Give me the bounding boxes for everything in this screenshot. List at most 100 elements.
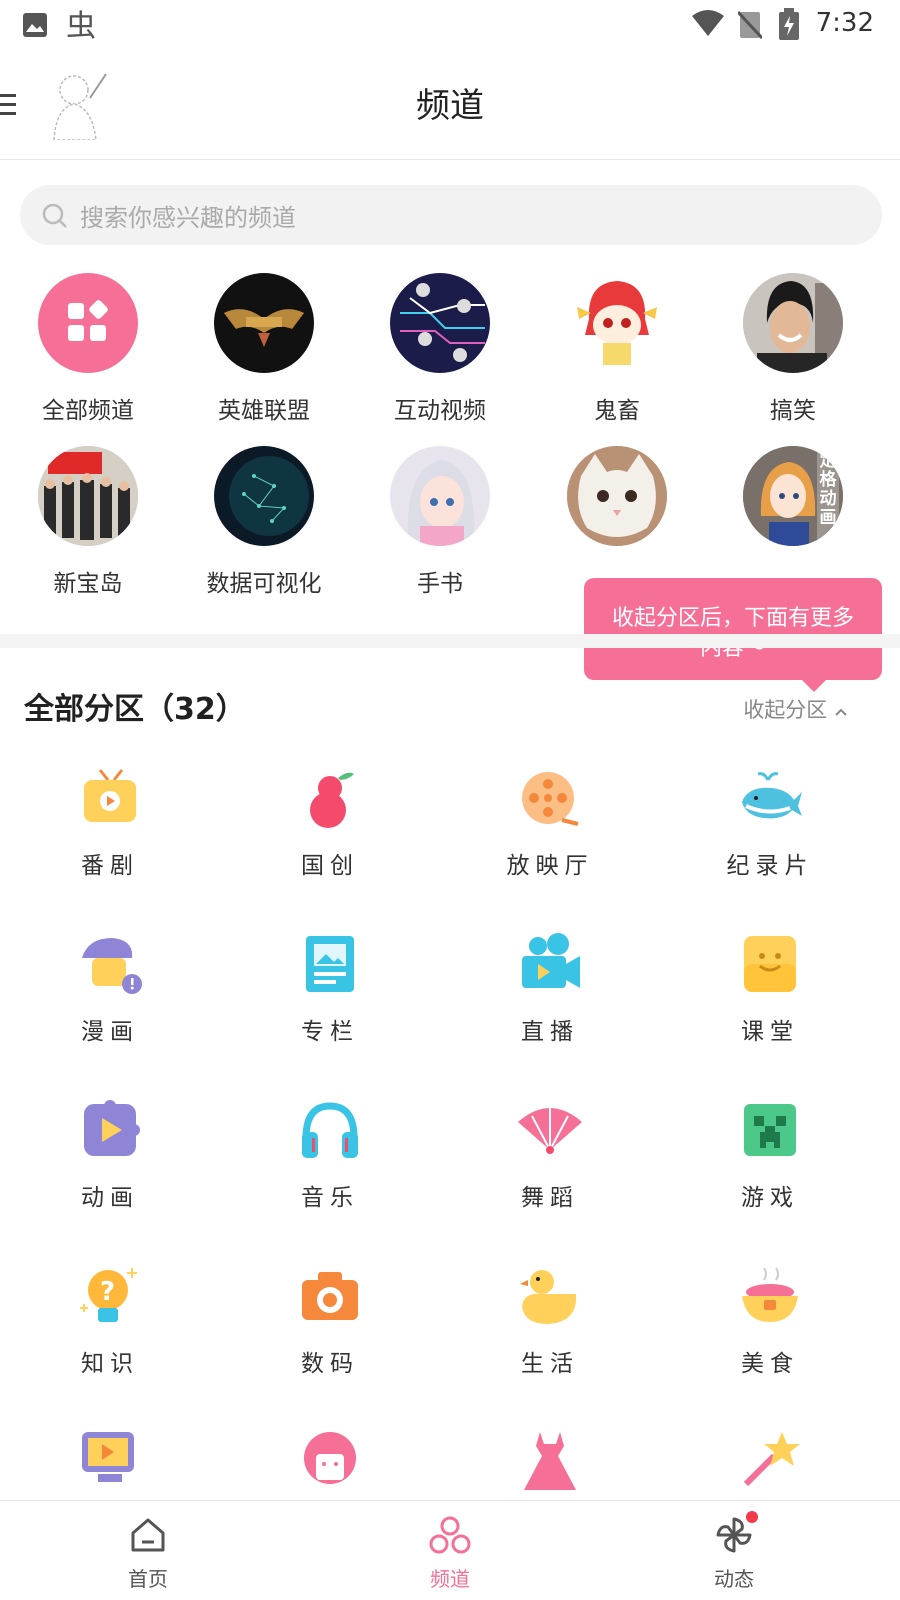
funny-face xyxy=(743,273,843,373)
tv-icon xyxy=(84,769,136,822)
no-sim-icon xyxy=(738,10,762,40)
category-label: 游戏 xyxy=(741,1185,799,1211)
search-icon xyxy=(42,203,67,228)
category-classroom[interactable]: 课堂 xyxy=(670,932,870,1046)
channel-dataviz[interactable]: 数据可视化 xyxy=(184,446,344,597)
figure-doll: 定格动画 xyxy=(743,446,843,546)
channel-stopmotion[interactable]: 定格动画 xyxy=(713,446,873,594)
chevron-up-icon xyxy=(835,708,847,716)
category-label: 漫画 xyxy=(81,1019,139,1045)
channel-funny[interactable]: 搞笑 xyxy=(713,273,873,424)
collapse-label: 收起分区 xyxy=(743,698,828,722)
section-title: 全部分区（32） xyxy=(24,692,246,727)
channel-xinbaodao[interactable]: 新宝岛 xyxy=(8,446,168,597)
category-label: 音乐 xyxy=(301,1185,359,1211)
category-label: 番剧 xyxy=(81,853,139,879)
channel-guichu[interactable]: 鬼畜 xyxy=(537,273,697,424)
notification-dot xyxy=(746,1511,758,1523)
headphones-icon xyxy=(302,1102,358,1158)
channel-label: 搞笑 xyxy=(770,398,816,424)
channel-label: 鬼畜 xyxy=(594,398,640,424)
channel-cat[interactable] xyxy=(537,446,697,594)
wand-icon[interactable] xyxy=(738,1428,802,1492)
channel-shoushu[interactable]: 手书 xyxy=(360,446,520,597)
category-label: 国创 xyxy=(301,853,359,879)
apps-icon xyxy=(38,273,138,373)
tab-label: 频道 xyxy=(430,1567,470,1591)
search-bar[interactable]: 搜索你感兴趣的频道 xyxy=(20,185,882,245)
bulb-icon: ? xyxy=(80,1268,137,1322)
battery-charging-icon xyxy=(779,8,799,40)
category-guochuang[interactable]: 国创 xyxy=(230,766,430,880)
channel-label: 互动视频 xyxy=(394,398,486,424)
channel-icon xyxy=(429,1516,471,1554)
category-documentary[interactable]: 纪录片 xyxy=(670,766,870,880)
svg-text:虫: 虫 xyxy=(66,9,96,42)
play-puzzle-icon xyxy=(84,1100,140,1156)
channel-label: 英雄联盟 xyxy=(218,398,310,424)
channel-lol[interactable]: 英雄联盟 xyxy=(184,273,344,424)
category-life[interactable]: 生活 xyxy=(450,1264,650,1378)
channel-interactive[interactable]: 互动视频 xyxy=(360,273,520,424)
category-label: 生活 xyxy=(521,1351,579,1377)
category-game[interactable]: 游戏 xyxy=(670,1098,870,1212)
category-label: 美食 xyxy=(741,1351,799,1377)
search-placeholder: 搜索你感兴趣的频道 xyxy=(80,204,296,232)
lol-logo xyxy=(214,273,314,373)
category-animation[interactable]: 动画 xyxy=(10,1098,210,1212)
dress-icon[interactable] xyxy=(518,1428,582,1492)
tab-channel[interactable]: 频道 xyxy=(390,1515,510,1592)
category-label: 放映厅 xyxy=(506,853,594,879)
tab-label: 首页 xyxy=(128,1567,168,1591)
category-label: 直播 xyxy=(521,1019,579,1045)
category-label: 专栏 xyxy=(301,1019,359,1045)
category-dance[interactable]: 舞蹈 xyxy=(450,1098,650,1212)
svg-text:?: ? xyxy=(100,1277,115,1307)
creeper-icon xyxy=(744,1104,796,1156)
stopmotion-badge-text: 定格动画 xyxy=(819,451,837,528)
globe-network xyxy=(214,446,314,546)
collapse-button[interactable]: 收起分区 xyxy=(743,694,848,724)
tab-dynamic[interactable]: 动态 xyxy=(674,1511,794,1592)
camera-icon xyxy=(522,933,580,988)
channel-label: 手书 xyxy=(417,571,463,597)
group-photo xyxy=(38,446,138,546)
ghost-mascot xyxy=(567,273,667,373)
photo-camera-icon xyxy=(302,1272,358,1320)
category-label: 知识 xyxy=(81,1351,139,1377)
section-divider xyxy=(0,634,900,648)
food-bowl-icon xyxy=(742,1267,798,1322)
category-digital[interactable]: 数码 xyxy=(230,1264,430,1378)
beret-icon xyxy=(82,938,142,994)
category-music[interactable]: 音乐 xyxy=(230,1098,430,1212)
tab-label: 动态 xyxy=(714,1567,754,1591)
category-column[interactable]: 专栏 xyxy=(230,932,430,1046)
channel-label: 新宝岛 xyxy=(53,571,123,597)
category-manga[interactable]: 漫画 xyxy=(10,932,210,1046)
wifi-icon xyxy=(692,10,724,36)
vlog-icon[interactable] xyxy=(78,1428,142,1492)
anime-girl xyxy=(390,446,490,546)
channel-all[interactable]: 全部频道 xyxy=(8,273,168,424)
category-bangumi[interactable]: 番剧 xyxy=(10,766,210,880)
status-time: 7:32 xyxy=(815,8,874,38)
bug-notification-icon: 虫 xyxy=(66,9,96,42)
bottom-tab-bar: 首页 频道 动态 xyxy=(0,1500,900,1600)
category-label: 数码 xyxy=(301,1351,359,1377)
category-knowledge[interactable]: ? 知识 xyxy=(10,1264,210,1378)
film-reel-icon xyxy=(522,772,579,826)
tab-home[interactable]: 首页 xyxy=(88,1515,208,1592)
category-label: 纪录片 xyxy=(726,853,814,879)
fan-icon xyxy=(518,1108,582,1154)
home-icon xyxy=(131,1518,165,1552)
category-label: 课堂 xyxy=(741,1019,799,1045)
category-label: 动画 xyxy=(81,1185,139,1211)
article-icon xyxy=(306,936,354,992)
duck-icon xyxy=(520,1270,577,1324)
ghost-category-icon[interactable] xyxy=(298,1428,362,1492)
category-live[interactable]: 直播 xyxy=(450,932,650,1046)
collapse-tooltip[interactable]: 收起分区后，下面有更多内容～ xyxy=(584,578,882,692)
category-cinema[interactable]: 放映厅 xyxy=(450,766,650,880)
interactive-icon xyxy=(390,273,490,373)
category-food[interactable]: 美食 xyxy=(670,1264,870,1378)
